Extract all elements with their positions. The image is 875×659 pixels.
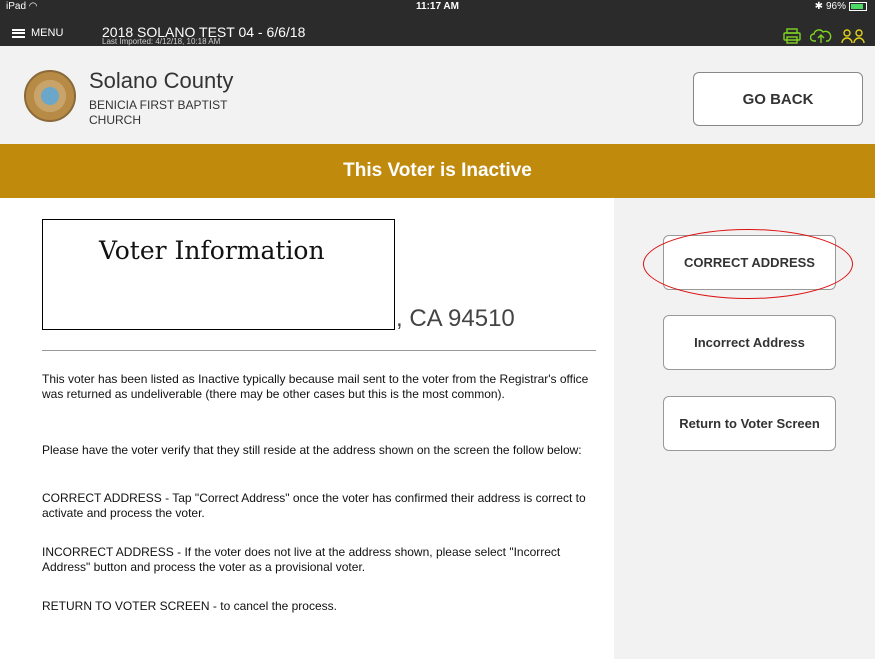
battery-icon bbox=[849, 2, 867, 11]
hamburger-icon bbox=[12, 28, 25, 38]
return-to-voter-button[interactable]: Return to Voter Screen bbox=[663, 396, 836, 451]
status-time: 11:17 AM bbox=[416, 1, 459, 12]
instruction-paragraph: RETURN TO VOTER SCREEN - to cancel the p… bbox=[42, 599, 337, 613]
correct-address-button[interactable]: CORRECT ADDRESS bbox=[663, 235, 836, 290]
instruction-paragraph: CORRECT ADDRESS - Tap "Correct Address" … bbox=[42, 491, 586, 520]
county-seal-logo bbox=[24, 70, 76, 122]
status-indicators: ✱ 96% bbox=[815, 1, 867, 12]
instruction-paragraph: Please have the voter verify that they s… bbox=[42, 443, 582, 457]
header: Solano County BENICIA FIRST BAPTIST CHUR… bbox=[0, 46, 875, 145]
county-name: Solano County bbox=[89, 68, 234, 93]
instruction-paragraph: INCORRECT ADDRESS - If the voter does no… bbox=[42, 545, 561, 574]
battery-percent: 96% bbox=[825, 1, 846, 12]
voter-info-title: Voter Information bbox=[99, 236, 325, 265]
printer-icon[interactable] bbox=[783, 28, 801, 44]
bluetooth-icon: ✱ bbox=[814, 1, 823, 12]
polling-place: BENICIA FIRST BAPTIST CHURCH bbox=[89, 98, 228, 127]
menu-label: MENU bbox=[31, 27, 64, 39]
toolbar-icons bbox=[783, 28, 865, 44]
top-bar: iPad ◠ 11:17 AM ✱ 96% MENU 2018 SOLANO T… bbox=[0, 0, 875, 46]
last-imported: Last Imported: 4/12/18, 10:18 AM bbox=[102, 37, 221, 46]
voter-city-zip: , CA 94510 bbox=[396, 305, 515, 332]
menu-button[interactable]: MENU bbox=[12, 27, 63, 39]
cloud-upload-icon[interactable] bbox=[810, 28, 832, 44]
inactive-banner: This Voter is Inactive bbox=[0, 144, 875, 198]
divider bbox=[42, 350, 596, 351]
instruction-paragraph: This voter has been listed as Inactive t… bbox=[42, 372, 589, 401]
users-icon[interactable] bbox=[841, 28, 865, 44]
incorrect-address-button[interactable]: Incorrect Address bbox=[663, 315, 836, 370]
go-back-button[interactable]: GO BACK bbox=[693, 72, 863, 126]
